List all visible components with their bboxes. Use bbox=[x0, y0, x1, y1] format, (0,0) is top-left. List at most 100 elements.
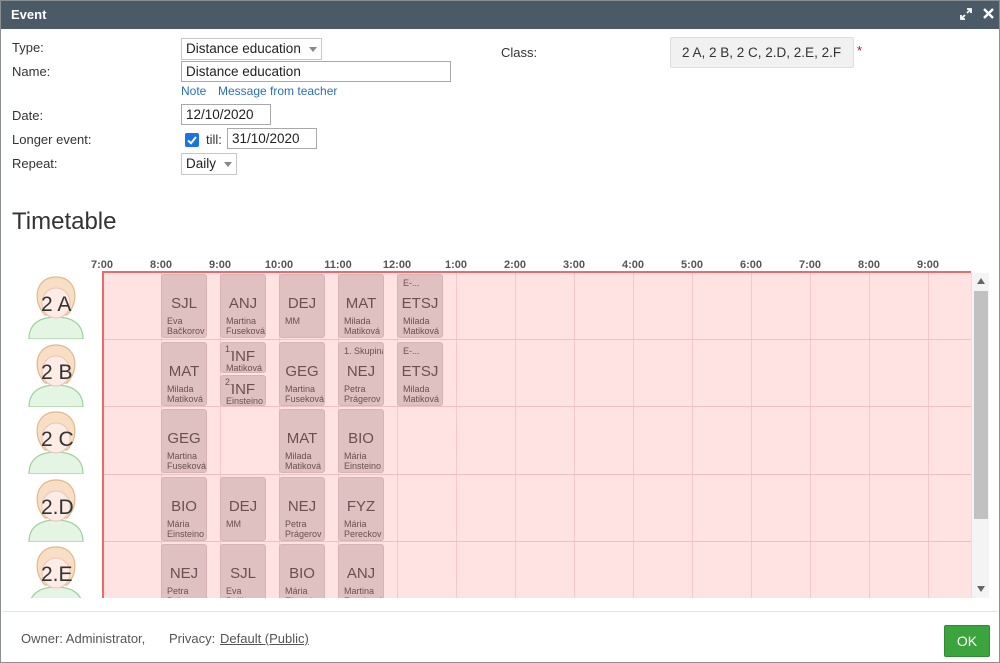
lesson-block[interactable]: E-... ETSJ Milada Matiková bbox=[397, 341, 443, 406]
grid-row-line bbox=[104, 338, 971, 340]
lesson-block[interactable]: BIO Mária Einsteinová bbox=[338, 409, 384, 473]
class-row-header[interactable]: 2 B bbox=[11, 341, 101, 408]
lesson-group: 1. Skupina bbox=[344, 345, 384, 356]
lesson-subject: FYZ bbox=[346, 497, 376, 515]
time-label: 9:00 bbox=[916, 259, 940, 271]
timetable-scrollbar[interactable] bbox=[971, 273, 989, 598]
class-label: Class: bbox=[501, 45, 538, 60]
class-selector[interactable]: 2 A, 2 B, 2 C, 2.D, 2.E, 2.F bbox=[670, 37, 854, 68]
grid-row-line bbox=[104, 541, 971, 542]
grid-column-line bbox=[515, 273, 516, 598]
message-from-teacher-link[interactable]: Message from teacher bbox=[218, 84, 337, 98]
lesson-block[interactable]: BIO Mária Einsteinová bbox=[161, 476, 207, 541]
repeat-label: Repeat: bbox=[12, 156, 58, 171]
till-label: till: bbox=[206, 132, 222, 147]
name-input[interactable]: Distance education bbox=[181, 61, 451, 82]
time-label: 5:00 bbox=[680, 259, 704, 271]
lesson-subject: DEJ bbox=[228, 497, 258, 515]
lesson-teacher: Mária Perecková bbox=[344, 518, 382, 540]
scroll-down-icon[interactable] bbox=[977, 586, 985, 592]
lesson-subject: BIO bbox=[348, 430, 374, 447]
privacy-link[interactable]: Default (Public) bbox=[220, 631, 309, 646]
longer-event-checkbox[interactable] bbox=[185, 133, 199, 147]
lesson-block[interactable]: E-... ETSJ Milada Matiková bbox=[397, 274, 443, 338]
lesson-block[interactable]: DEJ MM bbox=[279, 274, 325, 338]
lesson-block[interactable]: NEJ Petra Prágerová bbox=[161, 544, 207, 598]
lesson-block[interactable]: ANJ Martina Fuseková bbox=[338, 544, 384, 598]
lesson-block[interactable]: NEJ Petra Prágerová bbox=[279, 476, 325, 541]
grid-row-line bbox=[104, 406, 971, 407]
grid-column-line bbox=[810, 273, 811, 598]
maximize-icon[interactable] bbox=[957, 5, 975, 23]
lesson-block[interactable]: ANJ Martina Fuseková bbox=[220, 274, 266, 338]
chevron-down-icon bbox=[224, 162, 232, 167]
lesson-teacher: Martina Fuseková bbox=[167, 451, 207, 471]
lesson-block[interactable]: MAT Milada Matiková bbox=[279, 409, 325, 473]
lesson-subject: NEJ bbox=[169, 565, 199, 582]
lesson-block[interactable]: 2.INFEinsteinová bbox=[220, 374, 266, 406]
time-label: 8:00 bbox=[857, 259, 881, 271]
lesson-subject: ETSJ bbox=[401, 295, 439, 312]
grid-column-line bbox=[633, 273, 634, 598]
lesson-teacher: MM bbox=[285, 316, 300, 326]
ok-button[interactable]: OK bbox=[944, 625, 990, 657]
lesson-subject: NEJ bbox=[346, 362, 376, 380]
lesson-teacher: Einsteinová bbox=[226, 395, 264, 406]
time-label: 2:00 bbox=[503, 259, 527, 271]
lesson-subject: ANJ bbox=[346, 565, 376, 582]
lesson-subject: BIO bbox=[171, 497, 197, 515]
grid-column-line bbox=[574, 273, 575, 598]
grid-column-line bbox=[869, 273, 870, 598]
required-marker: * bbox=[857, 43, 863, 58]
event-dialog: Event Type: Distance education Name: Dis… bbox=[0, 0, 1000, 663]
lesson-teacher: Petra Prágerová bbox=[344, 383, 381, 405]
class-name: 2 C bbox=[41, 428, 74, 451]
grid-column-line bbox=[751, 273, 752, 598]
close-icon[interactable] bbox=[979, 5, 997, 23]
chevron-down-icon bbox=[309, 47, 317, 52]
lesson-subject: SJL bbox=[230, 565, 256, 582]
lesson-teacher: Milada Matiková bbox=[167, 383, 204, 404]
lesson-teacher: MM bbox=[226, 518, 241, 529]
lesson-block[interactable]: MAT Milada Matiková bbox=[338, 274, 384, 338]
time-label: 3:00 bbox=[562, 259, 586, 271]
lesson-teacher: Mária Einsteinová bbox=[285, 586, 322, 598]
lesson-teacher: Milada Matiková bbox=[403, 383, 440, 404]
lesson-block[interactable]: GEG Martina Fuseková bbox=[161, 409, 207, 473]
date-input[interactable]: 12/10/2020 bbox=[181, 104, 271, 125]
owner-text: Owner: Administrator, bbox=[21, 631, 146, 646]
lesson-teacher: Mária Einsteinová bbox=[167, 518, 205, 540]
lesson-teacher: Milada Matiková bbox=[344, 316, 381, 336]
lesson-block[interactable]: 1. INF Matiková bbox=[220, 341, 266, 373]
till-date-input[interactable]: 31/10/2020 bbox=[227, 128, 317, 149]
scrollbar-thumb[interactable] bbox=[974, 291, 988, 519]
lesson-teacher: Eva Bačkorová bbox=[167, 316, 205, 337]
lesson-block[interactable]: DEJ MM bbox=[220, 476, 266, 541]
lesson-block[interactable]: FYZ Mária Perecková bbox=[338, 476, 384, 541]
type-select[interactable]: Distance education bbox=[181, 38, 322, 60]
lesson-teacher: Martina Fuseková bbox=[226, 316, 266, 336]
dialog-titlebar[interactable]: Event bbox=[1, 1, 999, 29]
lesson-subject: DEJ bbox=[287, 295, 317, 312]
lesson-block[interactable]: BIO Mária Einsteinová bbox=[279, 544, 325, 598]
repeat-select[interactable]: Daily bbox=[181, 153, 237, 175]
class-row-header[interactable]: 2 A bbox=[11, 273, 101, 340]
note-link[interactable]: Note bbox=[181, 84, 206, 98]
scroll-up-icon[interactable] bbox=[977, 278, 985, 284]
lesson-subject: GEG bbox=[285, 362, 319, 380]
lesson-block[interactable]: MAT Milada Matiková bbox=[161, 341, 207, 406]
class-row-header[interactable]: 2 C bbox=[11, 408, 101, 475]
lesson-block[interactable]: SJL Eva Bačkorová bbox=[220, 544, 266, 598]
lesson-block[interactable]: GEG Martina Fuseková bbox=[279, 341, 325, 406]
lesson-block[interactable]: 1. Skupina NEJ Petra Prágerová bbox=[338, 341, 384, 406]
lesson-teacher: Petra Prágerová bbox=[167, 586, 204, 598]
class-row-header[interactable]: 2.D bbox=[11, 476, 101, 543]
lesson-teacher: Milada Matiková bbox=[403, 316, 440, 336]
lesson-teacher: Eva Bačkorová bbox=[226, 586, 264, 598]
time-label: 4:00 bbox=[621, 259, 645, 271]
lesson-subject: MAT bbox=[345, 295, 377, 312]
time-label: 9:00 bbox=[208, 259, 232, 271]
longer-event-label: Longer event: bbox=[12, 132, 92, 147]
class-row-header[interactable]: 2.E bbox=[11, 543, 101, 598]
lesson-block[interactable]: SJL Eva Bačkorová bbox=[161, 274, 207, 338]
